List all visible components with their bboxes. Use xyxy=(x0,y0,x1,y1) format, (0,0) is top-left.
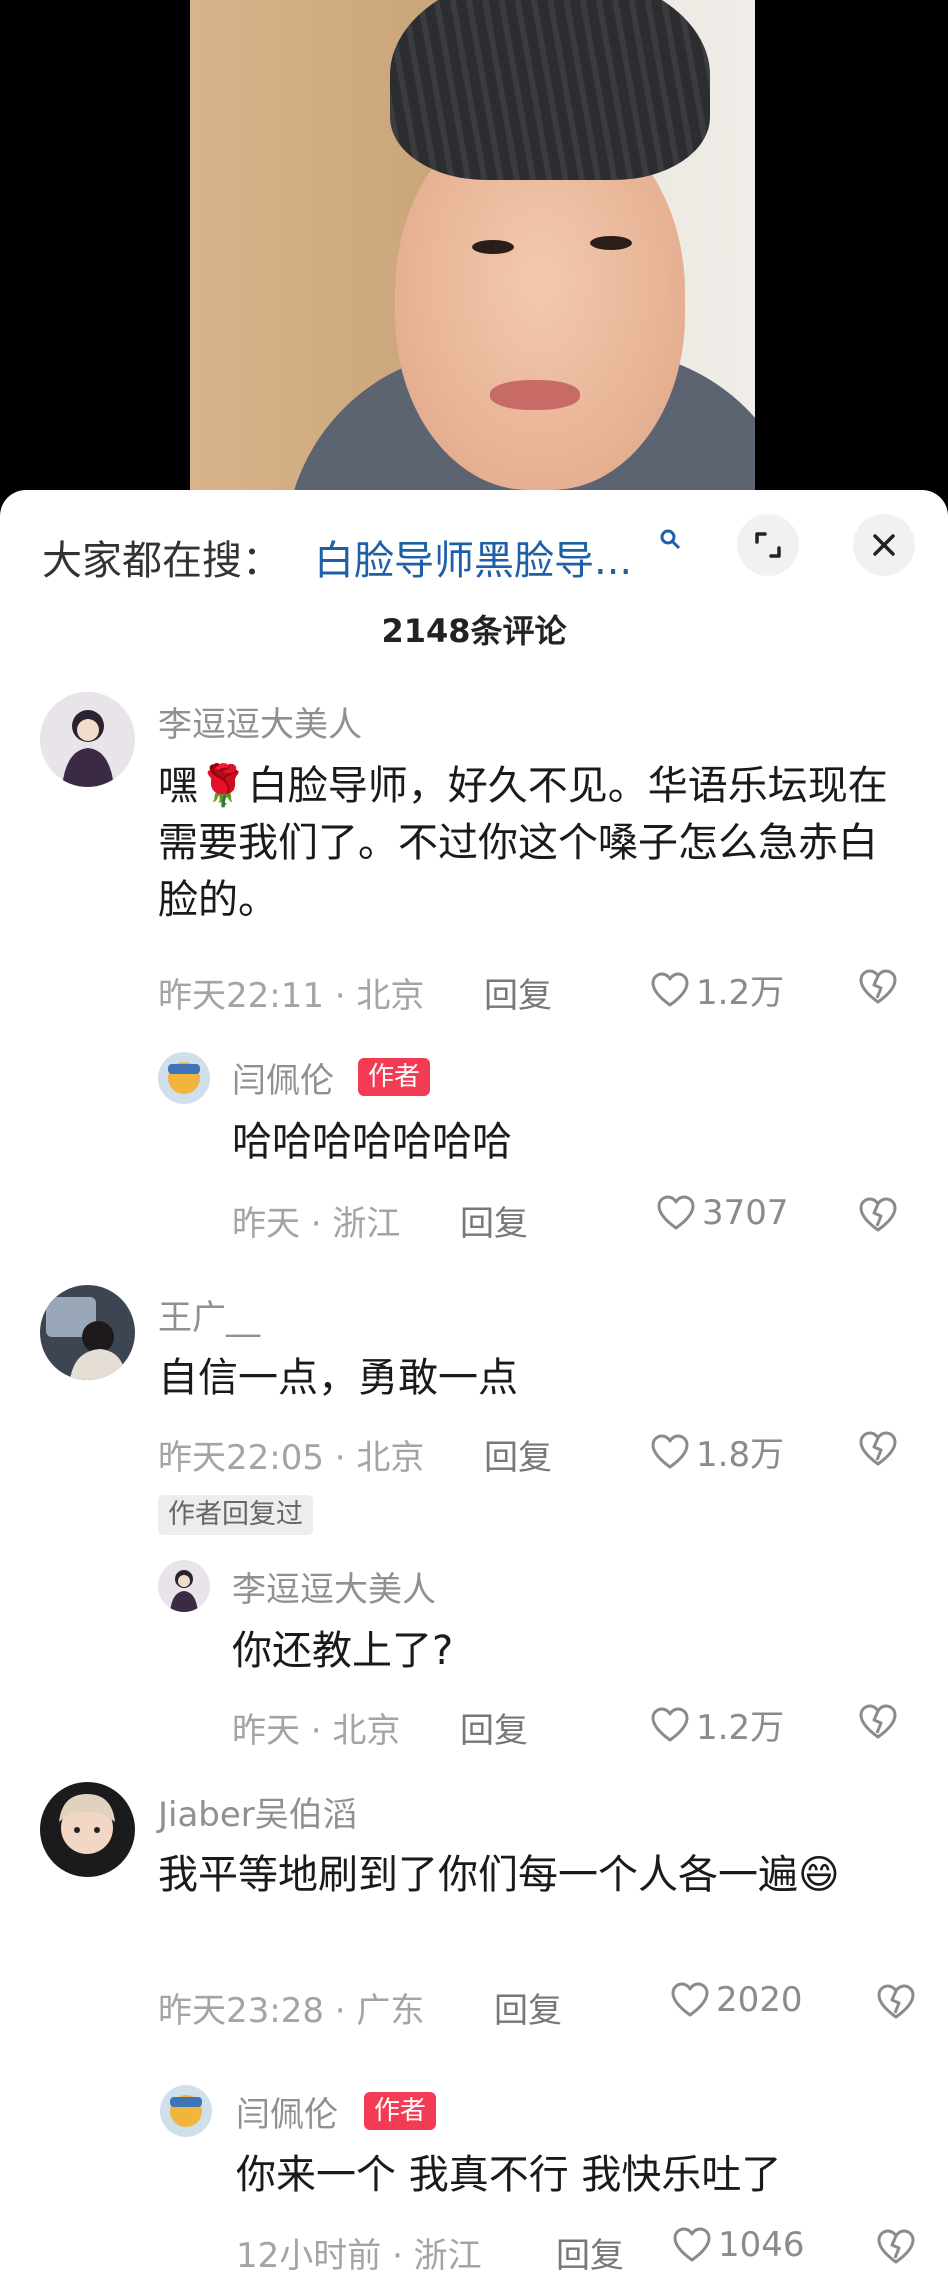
dislike-button[interactable] xyxy=(876,2228,916,2270)
comment-text: 我平等地刷到了你们每一个人各一遍😄 xyxy=(158,1852,840,1898)
right-eye xyxy=(590,236,632,250)
like-button[interactable]: 2020 xyxy=(670,1980,803,2020)
search-prefix: 大家都在搜： xyxy=(42,538,282,584)
dislike-button[interactable] xyxy=(858,1703,898,1745)
like-button[interactable]: 1.8万 xyxy=(650,1427,784,1476)
username[interactable]: 闫佩伦 xyxy=(232,1053,334,1102)
username[interactable]: 王广__ xyxy=(158,1290,260,1339)
expand-icon xyxy=(755,532,781,558)
like-button[interactable]: 1.2万 xyxy=(650,1700,784,1749)
close-button[interactable] xyxy=(853,514,915,576)
like-button[interactable]: 1046 xyxy=(672,2225,805,2265)
author-badge: 作者 xyxy=(364,2092,437,2130)
heart-icon xyxy=(651,1434,689,1468)
reply-button[interactable]: 回复 xyxy=(460,1196,528,1245)
author-replied-tag: 作者回复过 xyxy=(158,1495,313,1535)
beanie xyxy=(390,0,710,180)
search-suggestion[interactable]: 大家都在搜： 白脸导师黑脸导... xyxy=(42,520,948,584)
close-icon xyxy=(873,534,895,556)
dislike-button[interactable] xyxy=(858,1196,898,1238)
reply-meta: 昨天 · 浙江 xyxy=(232,1204,401,1244)
comment-meta: 昨天22:05 · 北京 xyxy=(158,1438,425,1478)
reply-text: 你还教上了? xyxy=(232,1628,454,1674)
avatar[interactable] xyxy=(40,1782,135,1877)
reply-button[interactable]: 回复 xyxy=(484,1430,552,1479)
reply-meta: 昨天 · 北京 xyxy=(232,1711,401,1751)
like-count: 3707 xyxy=(702,1193,789,1233)
broken-heart-icon xyxy=(877,1984,915,2019)
reply-meta: 12小时前 · 浙江 xyxy=(236,2236,482,2276)
comment-text: 自信一点，勇敢一点 xyxy=(158,1355,518,1401)
dislike-button[interactable] xyxy=(876,1983,916,2025)
like-count: 1.8万 xyxy=(696,1435,785,1475)
heart-icon xyxy=(651,1707,689,1741)
author-badge: 作者 xyxy=(358,1058,431,1096)
like-count: 2020 xyxy=(716,1980,803,2020)
left-eye xyxy=(472,240,514,254)
mouth xyxy=(490,380,580,410)
heart-icon xyxy=(651,972,689,1006)
video-player[interactable] xyxy=(0,0,948,520)
username[interactable]: 闫佩伦 xyxy=(236,2087,338,2136)
heart-icon xyxy=(671,1982,709,2017)
username[interactable]: Jiaber吴伯滔 xyxy=(158,1787,357,1836)
heart-icon xyxy=(657,1195,695,1230)
broken-heart-icon xyxy=(877,2229,915,2264)
search-term-link[interactable]: 白脸导师黑脸导... xyxy=(314,528,632,586)
reply-button[interactable]: 回复 xyxy=(556,2228,624,2277)
video-frame xyxy=(190,0,755,520)
like-button[interactable]: 1.2万 xyxy=(650,965,784,1014)
like-count: 1.2万 xyxy=(696,973,785,1013)
avatar[interactable] xyxy=(158,1560,210,1612)
avatar[interactable] xyxy=(160,2085,212,2137)
avatar[interactable] xyxy=(40,1285,135,1380)
reply-button[interactable]: 回复 xyxy=(494,1983,562,2032)
broken-heart-icon xyxy=(859,1197,897,1232)
like-count: 1046 xyxy=(718,2225,805,2265)
avatar[interactable] xyxy=(158,1052,210,1104)
comment-meta: 昨天23:28 · 广东 xyxy=(158,1991,425,2031)
comment-panel: 大家都在搜： 白脸导师黑脸导... 2148条评论 李逗逗大美人 嘿🌹白脸导师，… xyxy=(0,490,948,2289)
comment-meta: 昨天22:11 · 北京 xyxy=(158,976,425,1016)
broken-heart-icon xyxy=(859,1431,897,1466)
broken-heart-icon xyxy=(859,969,897,1004)
broken-heart-icon xyxy=(859,1704,897,1739)
reply-button[interactable]: 回复 xyxy=(460,1703,528,1752)
like-button[interactable]: 3707 xyxy=(656,1193,789,1233)
dislike-button[interactable] xyxy=(858,968,898,1010)
search-icon xyxy=(659,528,681,556)
expand-button[interactable] xyxy=(737,514,799,576)
comment-count: 2148条评论 xyxy=(381,612,567,650)
reply-text: 你来一个 我真不行 我快乐吐了 xyxy=(236,2152,782,2198)
reply-text: 哈哈哈哈哈哈哈 xyxy=(232,1119,512,1165)
like-count: 1.2万 xyxy=(696,1708,785,1748)
comment-text: 嘿🌹白脸导师，好久不见。华语乐坛现在需要我们了。不过你这个嗓子怎么急赤白脸的。 xyxy=(158,763,888,923)
dislike-button[interactable] xyxy=(858,1430,898,1472)
reply-button[interactable]: 回复 xyxy=(484,968,552,1017)
heart-icon xyxy=(673,2227,711,2262)
username[interactable]: 李逗逗大美人 xyxy=(158,697,362,746)
username[interactable]: 李逗逗大美人 xyxy=(232,1562,436,1611)
avatar[interactable] xyxy=(40,692,135,787)
